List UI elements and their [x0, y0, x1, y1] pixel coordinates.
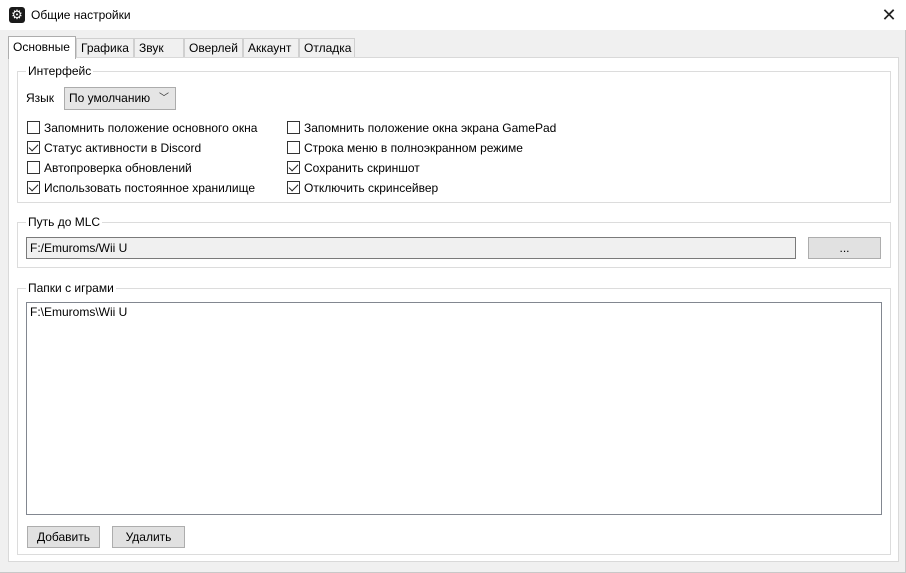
checkbox-label: Статус активности в Discord: [44, 141, 202, 155]
checkbox-label: Отключить скринсейвер: [304, 181, 439, 195]
mlc-path-group: Путь до MLC F:/Emuroms/Wii U ...: [17, 215, 891, 268]
checkbox-fullscreen-menubar[interactable]: Строка меню в полноэкранном режиме: [287, 141, 523, 157]
window-title: Общие настройки: [31, 8, 131, 22]
checkbox-save-screenshot[interactable]: Сохранить скриншот: [287, 161, 420, 177]
checkbox-label: Строка меню в полноэкранном режиме: [304, 141, 523, 155]
remove-folder-button[interactable]: Удалить: [112, 526, 185, 548]
game-folders-legend: Папки с играми: [26, 281, 116, 295]
checkbox-disable-screensaver[interactable]: Отключить скринсейвер: [287, 181, 438, 197]
checkbox-persistent-storage[interactable]: Использовать постоянное хранилище: [27, 181, 255, 197]
language-label: Язык: [26, 91, 55, 105]
checkbox-box[interactable]: [287, 161, 300, 174]
checkbox-label: Запомнить положение окна экрана GamePad: [304, 121, 557, 135]
checkbox-label: Использовать постоянное хранилище: [44, 181, 255, 195]
game-folders-group: Папки с играми F:\Emuroms\Wii U Добавить…: [17, 281, 891, 555]
close-button[interactable]: ✕: [872, 0, 906, 30]
mlc-path-input[interactable]: F:/Emuroms/Wii U: [26, 237, 796, 259]
tab-audio[interactable]: Звук: [134, 38, 184, 58]
tab-overlay[interactable]: Оверлей: [184, 38, 243, 58]
checkbox-label: Сохранить скриншот: [304, 161, 420, 175]
checkbox-box[interactable]: [287, 181, 300, 194]
gear-icon: ⚙: [9, 7, 25, 23]
checkbox-discord-status[interactable]: Статус активности в Discord: [27, 141, 201, 157]
tab-debug[interactable]: Отладка: [299, 38, 355, 58]
tab-graphics[interactable]: Графика: [76, 38, 134, 58]
checkbox-box[interactable]: [287, 121, 300, 134]
mlc-path-legend: Путь до MLC: [26, 215, 103, 229]
interface-legend: Интерфейс: [26, 64, 94, 78]
interface-group: Интерфейс Язык По умолчанию ﹀ Запомнить …: [17, 64, 891, 203]
language-select-value: По умолчанию: [69, 91, 151, 105]
checkbox-box[interactable]: [27, 161, 40, 174]
list-item[interactable]: F:\Emuroms\Wii U: [27, 303, 881, 321]
tab-general[interactable]: Основные: [8, 36, 76, 59]
checkbox-box[interactable]: [287, 141, 300, 154]
checkbox-label: Автопроверка обновлений: [44, 161, 192, 175]
tab-panel-general: Интерфейс Язык По умолчанию ﹀ Запомнить …: [8, 57, 899, 562]
tab-account[interactable]: Аккаунт: [243, 38, 299, 58]
game-folders-list[interactable]: F:\Emuroms\Wii U: [26, 302, 882, 515]
settings-window: ⚙ Общие настройки ✕ Основные Графика Зву…: [0, 0, 906, 573]
checkbox-box[interactable]: [27, 181, 40, 194]
chevron-down-icon: ﹀: [159, 93, 169, 104]
checkbox-label: Запомнить положение основного окна: [44, 121, 258, 135]
title-bar: ⚙ Общие настройки ✕: [0, 0, 906, 30]
browse-button[interactable]: ...: [808, 237, 881, 259]
checkbox-remember-gamepad-window[interactable]: Запомнить положение окна экрана GamePad: [287, 121, 556, 137]
checkbox-remember-main-window[interactable]: Запомнить положение основного окна: [27, 121, 257, 137]
checkbox-box[interactable]: [27, 121, 40, 134]
checkbox-auto-update[interactable]: Автопроверка обновлений: [27, 161, 192, 177]
add-folder-button[interactable]: Добавить: [27, 526, 100, 548]
language-select[interactable]: По умолчанию ﹀: [64, 87, 176, 110]
checkbox-box[interactable]: [27, 141, 40, 154]
